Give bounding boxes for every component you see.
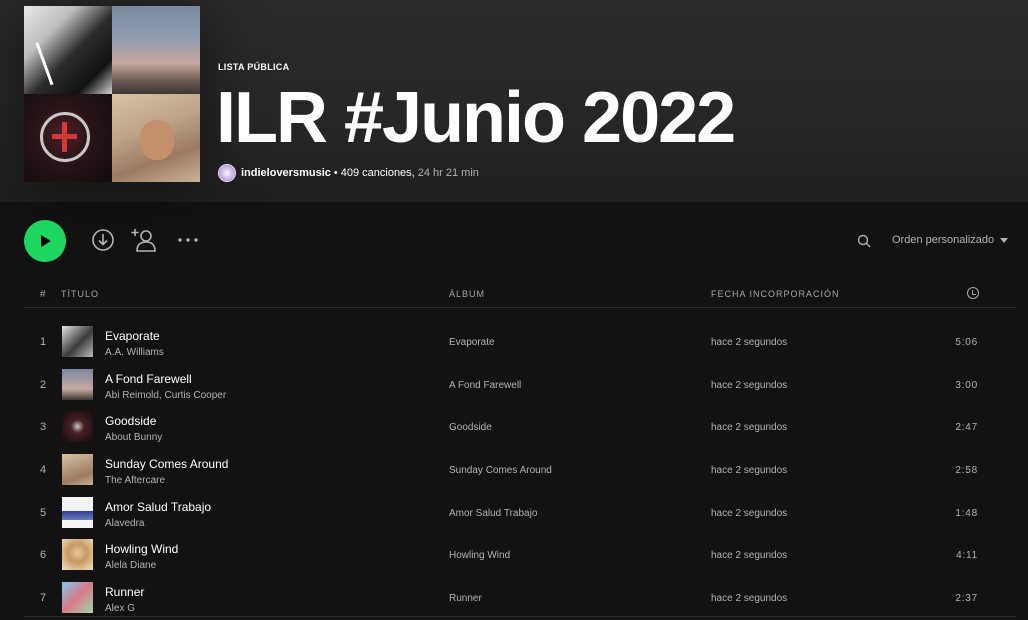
- track-artist[interactable]: Alex G: [105, 603, 135, 614]
- track-date-added: hace 2 segundos: [711, 507, 788, 519]
- track-duration: 2:47: [955, 422, 978, 434]
- playlist-type-label: LISTA PÚBLICA: [218, 62, 290, 72]
- cover-tile: [112, 94, 200, 182]
- play-button[interactable]: [24, 220, 66, 262]
- track-title[interactable]: Amor Salud Trabajo: [105, 500, 211, 514]
- playlist-meta: indieloversmusic • 409 canciones, 24 hr …: [218, 164, 479, 182]
- play-icon: [41, 235, 51, 247]
- track-album[interactable]: Evaporate: [449, 337, 495, 348]
- track-number: 3: [40, 421, 47, 434]
- sort-dropdown[interactable]: Orden personalizado: [892, 234, 1009, 246]
- track-artist[interactable]: A.A. Williams: [105, 347, 164, 358]
- track-date-added: hace 2 segundos: [711, 593, 788, 605]
- add-user-icon: [131, 229, 156, 252]
- album-thumbnail: [62, 496, 93, 528]
- track-number: 2: [40, 378, 47, 391]
- track-row[interactable]: 4 Sunday Comes Around The Aftercare Sund…: [24, 449, 1016, 492]
- track-date-added: hace 2 segundos: [711, 379, 788, 391]
- album-thumbnail: [62, 454, 93, 486]
- track-artist[interactable]: Alavedra: [105, 518, 144, 529]
- track-duration: 4:11: [956, 550, 978, 562]
- track-number: 7: [40, 592, 47, 605]
- track-row[interactable]: 1 Evaporate A.A. Williams Evaporate hace…: [24, 321, 1016, 364]
- track-duration: 5:06: [955, 337, 978, 348]
- track-number: 6: [40, 549, 47, 562]
- track-number: 5: [40, 506, 47, 519]
- track-row[interactable]: 3 Goodside About Bunny Goodside hace 2 s…: [24, 406, 1016, 449]
- playlist-title[interactable]: ILR #Junio 2022: [216, 76, 736, 160]
- track-album[interactable]: Amor Salud Trabajo: [449, 508, 537, 519]
- track-title[interactable]: A Fond Farewell: [105, 372, 192, 386]
- track-artist[interactable]: The Aftercare: [105, 475, 165, 486]
- track-title[interactable]: Runner: [105, 585, 144, 599]
- track-date-added: hace 2 segundos: [711, 422, 788, 434]
- track-artist[interactable]: Alela Diane: [105, 560, 156, 571]
- album-thumbnail: [62, 539, 93, 571]
- track-title[interactable]: Evaporate: [105, 329, 160, 343]
- playlist-duration: 24 hr 21 min: [417, 167, 479, 179]
- track-number: 1: [40, 336, 47, 348]
- track-title[interactable]: Goodside: [105, 414, 156, 428]
- track-row[interactable]: 5 Amor Salud Trabajo Alavedra Amor Salud…: [24, 492, 1016, 535]
- album-thumbnail: [62, 326, 93, 357]
- track-date-added: hace 2 segundos: [711, 465, 788, 477]
- track-album[interactable]: A Fond Farewell: [449, 380, 521, 391]
- album-thumbnail: [62, 368, 93, 400]
- track-artist[interactable]: About Bunny: [105, 432, 162, 443]
- meta-separator: •: [333, 167, 338, 179]
- tracklist-header: # TÍTULO ÁLBUM FECHA INCORPORACIÓN: [24, 280, 1016, 308]
- track-duration: 3:00: [955, 379, 978, 391]
- track-duration: 1:48: [955, 507, 978, 519]
- more-icon: [178, 238, 198, 242]
- download-icon: [92, 229, 114, 251]
- track-album[interactable]: Runner: [449, 593, 482, 604]
- divider: [24, 616, 1016, 617]
- track-duration: 2:58: [955, 465, 978, 477]
- column-date-added[interactable]: FECHA INCORPORACIÓN: [711, 289, 840, 299]
- search-in-playlist-button[interactable]: [855, 232, 873, 250]
- owner-avatar[interactable]: [218, 164, 236, 182]
- clock-icon[interactable]: [967, 287, 979, 299]
- column-album[interactable]: ÁLBUM: [449, 289, 485, 299]
- album-thumbnail: [62, 582, 93, 614]
- download-button[interactable]: [91, 228, 115, 252]
- cover-tile: [24, 94, 112, 182]
- column-title[interactable]: TÍTULO: [61, 289, 99, 299]
- track-artist[interactable]: Abi Reimold, Curtis Cooper: [105, 390, 226, 401]
- chevron-down-icon: [1000, 237, 1009, 243]
- owner-link[interactable]: indieloversmusic: [241, 167, 331, 179]
- track-row[interactable]: 2 A Fond Farewell Abi Reimold, Curtis Co…: [24, 364, 1016, 407]
- track-title[interactable]: Howling Wind: [105, 542, 178, 556]
- cover-tile: [24, 6, 112, 94]
- action-bar: Orden personalizado: [0, 202, 1028, 278]
- track-row[interactable]: 7 Runner Alex G Runner hace 2 segundos 2…: [24, 577, 1016, 620]
- track-album[interactable]: Sunday Comes Around: [449, 465, 552, 476]
- track-row[interactable]: 6 Howling Wind Alela Diane Howling Wind …: [24, 534, 1016, 577]
- playlist-header: LISTA PÚBLICA ILR #Junio 2022 indielover…: [0, 0, 1028, 202]
- track-album[interactable]: Howling Wind: [449, 550, 510, 561]
- column-number: #: [40, 289, 46, 300]
- more-options-button[interactable]: [176, 230, 200, 250]
- playlist-cover[interactable]: [24, 6, 200, 182]
- tracklist: 1 Evaporate A.A. Williams Evaporate hace…: [24, 321, 1016, 620]
- track-number: 4: [40, 464, 47, 477]
- sort-label: Orden personalizado: [892, 234, 995, 246]
- song-count: 409 canciones,: [340, 167, 415, 179]
- search-icon: [857, 234, 871, 248]
- album-thumbnail: [62, 411, 93, 443]
- track-title[interactable]: Sunday Comes Around: [105, 457, 228, 471]
- track-album[interactable]: Goodside: [449, 422, 492, 433]
- add-user-button[interactable]: [131, 226, 159, 254]
- track-date-added: hace 2 segundos: [711, 550, 788, 562]
- track-duration: 2:37: [955, 593, 978, 605]
- cover-tile: [112, 6, 200, 94]
- track-date-added: hace 2 segundos: [711, 337, 788, 348]
